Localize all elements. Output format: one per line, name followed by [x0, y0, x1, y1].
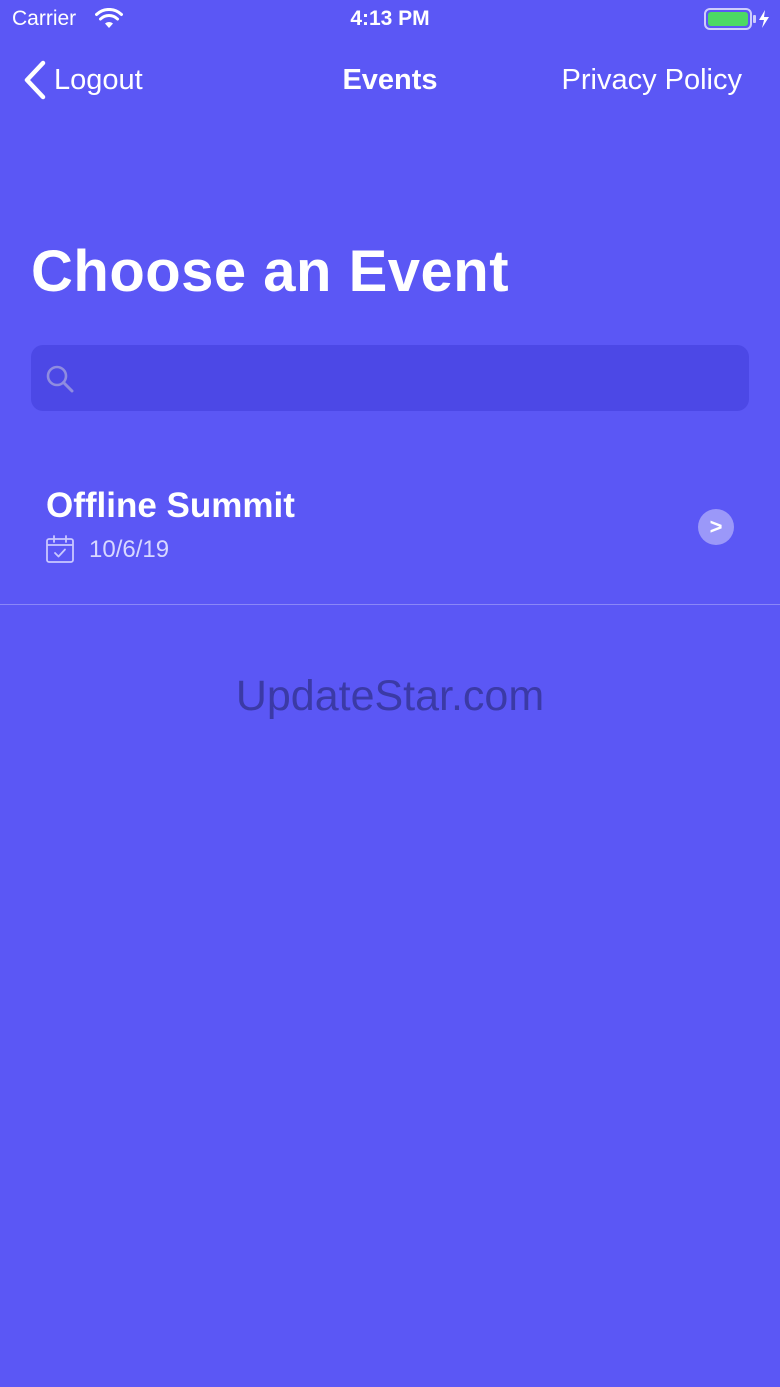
search-input[interactable]	[89, 345, 733, 413]
battery-icon	[704, 8, 769, 30]
logout-label: Logout	[54, 63, 143, 96]
logout-button[interactable]: Logout	[22, 58, 143, 102]
page-title: Choose an Event	[31, 239, 510, 304]
status-time: 4:13 PM	[350, 7, 430, 30]
chevron-right-icon[interactable]: >	[698, 509, 734, 545]
calendar-icon	[46, 535, 74, 563]
event-row[interactable]: Offline Summit 10/6/19 >	[0, 460, 780, 605]
chevron-left-icon	[24, 60, 46, 100]
search-icon	[46, 365, 74, 393]
navigation-bar: Logout Events Privacy Policy	[0, 48, 780, 112]
event-name: Offline Summit	[46, 486, 295, 525]
search-bar[interactable]	[31, 345, 749, 413]
row-divider	[0, 604, 780, 605]
event-date: 10/6/19	[89, 536, 170, 563]
watermark: UpdateStar.com	[235, 672, 545, 720]
status-bar: Carrier 4:13 PM	[0, 0, 780, 40]
privacy-policy-button[interactable]: Privacy Policy	[562, 58, 743, 102]
